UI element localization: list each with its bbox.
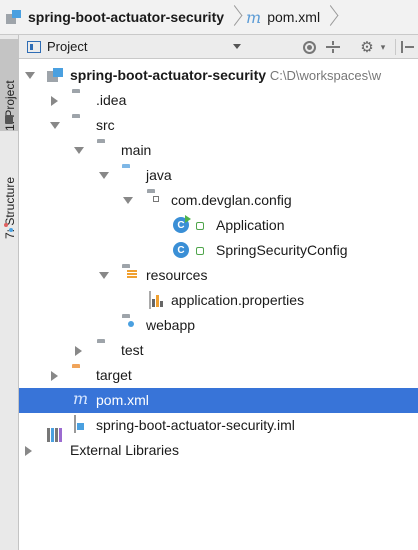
tree-label-resources: resources	[146, 267, 208, 283]
module-file-icon	[74, 415, 92, 433]
chevron-down-icon[interactable]	[233, 44, 241, 49]
tree-node-target[interactable]: target	[19, 363, 418, 388]
tree-label-java: java	[146, 167, 172, 183]
tree-node-external-libraries[interactable]: External Libraries	[19, 428, 418, 463]
folder-icon	[97, 342, 115, 358]
maven-m-icon: m	[73, 389, 89, 408]
gear-dropdown-icon[interactable]: ▾	[373, 37, 393, 57]
project-view-dropdown[interactable]: Project	[47, 39, 87, 54]
collapse-all-icon[interactable]	[323, 37, 343, 57]
breadcrumb-separator	[324, 0, 336, 35]
tree-node-main[interactable]: main	[19, 138, 418, 163]
access-modifier-icon	[196, 247, 204, 255]
tree-label-main: main	[121, 142, 152, 158]
class-icon: C	[173, 242, 191, 258]
module-icon	[6, 9, 22, 25]
tree-node-java[interactable]: java	[19, 163, 418, 188]
tree-label-src: src	[96, 117, 115, 133]
tree-node-root[interactable]: spring-boot-actuator-security C:\D\works…	[19, 63, 418, 88]
expand-arrow-icon[interactable]	[99, 272, 109, 279]
breadcrumb-project-label: spring-boot-actuator-security	[28, 9, 225, 25]
breadcrumb-item-project[interactable]: spring-boot-actuator-security	[6, 0, 224, 35]
expand-arrow-icon[interactable]	[25, 72, 35, 79]
project-tab-icon	[5, 115, 13, 124]
package-icon	[147, 192, 165, 208]
tree-label-target: target	[96, 367, 132, 383]
tree-node-iml[interactable]: spring-boot-actuator-security.iml	[19, 413, 418, 438]
tree-node-idea[interactable]: .idea	[19, 88, 418, 113]
collapsed-arrow-icon[interactable]	[75, 346, 82, 356]
tree-node-webapp[interactable]: webapp	[19, 313, 418, 338]
locate-icon[interactable]	[299, 37, 319, 57]
maven-m-icon: m	[246, 7, 262, 27]
tree-label-security-config: SpringSecurityConfig	[216, 242, 348, 258]
tree-node-pom[interactable]: m pom.xml	[19, 388, 418, 413]
runnable-class-icon: C	[173, 215, 191, 233]
folder-icon	[72, 92, 90, 108]
tree-label-iml: spring-boot-actuator-security.iml	[96, 417, 295, 433]
tree-label-properties: application.properties	[171, 292, 305, 308]
project-view-icon	[27, 40, 41, 53]
tree-root-path: C:\D\workspaces\w	[269, 68, 382, 83]
web-folder-icon	[122, 317, 140, 333]
expand-arrow-icon[interactable]	[74, 147, 84, 154]
tool-window-strip: 1: Project 7: Structure	[0, 35, 19, 550]
collapsed-arrow-icon[interactable]	[51, 96, 58, 106]
tree-node-src[interactable]: src	[19, 113, 418, 138]
resources-folder-icon	[122, 267, 140, 283]
tree-label-webapp: webapp	[146, 317, 196, 333]
structure-tab-icon	[4, 223, 14, 233]
tree-node-security-config[interactable]: C SpringSecurityConfig	[19, 238, 418, 263]
tree-label-idea: .idea	[96, 92, 127, 108]
folder-icon	[72, 117, 90, 133]
expand-arrow-icon[interactable]	[99, 172, 109, 179]
tree-label-test: test	[121, 342, 144, 358]
excluded-folder-icon	[72, 367, 90, 383]
navigation-breadcrumb: spring-boot-actuator-security m pom.xml	[0, 0, 418, 35]
module-icon	[46, 67, 64, 83]
tree-node-application[interactable]: C Application	[19, 213, 418, 238]
project-panel-header: Project ⚙ ▾	[19, 35, 418, 59]
project-tree: spring-boot-actuator-security C:\D\works…	[19, 59, 418, 550]
collapsed-arrow-icon[interactable]	[51, 371, 58, 381]
tree-root-label: spring-boot-actuator-security C:\D\works…	[70, 67, 382, 83]
libraries-icon	[47, 428, 65, 458]
source-folder-icon	[122, 167, 140, 183]
tree-node-properties[interactable]: application.properties	[19, 288, 418, 313]
header-divider	[395, 39, 396, 55]
tree-node-package[interactable]: com.devglan.config	[19, 188, 418, 213]
tree-label-application: Application	[216, 217, 285, 233]
tree-node-test[interactable]: test	[19, 338, 418, 363]
folder-icon	[97, 142, 115, 158]
expand-arrow-icon[interactable]	[50, 122, 60, 129]
access-modifier-icon	[196, 222, 204, 230]
breadcrumb-separator	[228, 0, 240, 35]
tree-node-resources[interactable]: resources	[19, 263, 418, 288]
tree-label-pom: pom.xml	[96, 392, 149, 408]
tree-label-package: com.devglan.config	[171, 192, 292, 208]
tree-label-external-libraries: External Libraries	[70, 442, 179, 458]
expand-arrow-icon[interactable]	[123, 197, 133, 204]
collapsed-arrow-icon[interactable]	[25, 446, 32, 456]
properties-file-icon	[149, 291, 167, 309]
breadcrumb-file-label: pom.xml	[267, 9, 321, 25]
hide-panel-icon[interactable]	[397, 37, 417, 57]
breadcrumb-item-file[interactable]: m pom.xml	[246, 0, 320, 35]
